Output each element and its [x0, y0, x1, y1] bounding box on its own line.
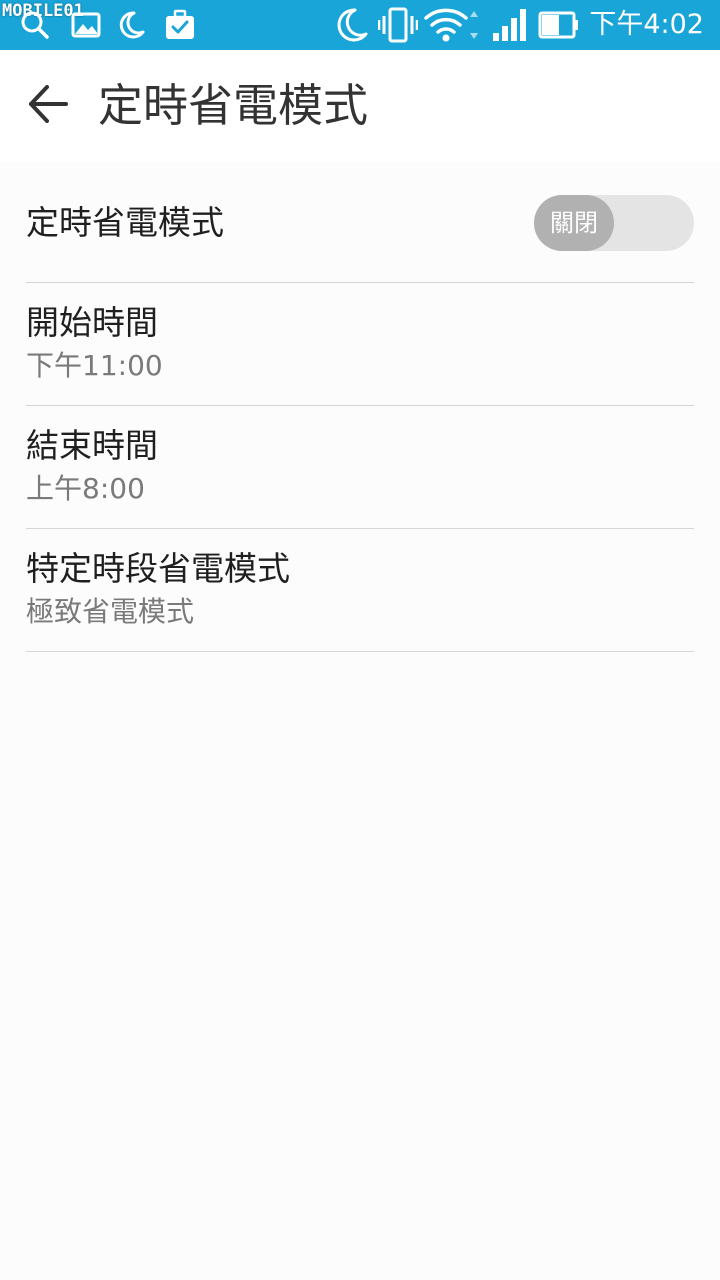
image-icon — [70, 5, 102, 45]
start-time-value: 下午11:00 — [26, 349, 163, 382]
schedule-toggle-label: 定時省電模式 — [26, 203, 224, 242]
moon-icon — [116, 5, 146, 45]
end-time-label: 結束時間 — [26, 426, 158, 465]
moon-icon — [332, 5, 370, 45]
status-time: 下午4:02 — [589, 9, 704, 40]
schedule-toggle-switch[interactable]: 關閉 — [534, 195, 694, 251]
briefcase-check-icon — [162, 5, 198, 45]
end-time-value: 上午8:00 — [26, 472, 145, 505]
battery-icon — [538, 5, 580, 45]
page-title: 定時省電模式 — [98, 79, 369, 132]
wifi-icon — [424, 5, 482, 45]
arrow-left-icon — [26, 82, 70, 130]
back-button[interactable] — [18, 76, 78, 136]
start-time-row[interactable]: 開始時間 下午11:00 — [26, 283, 694, 406]
toggle-state-label: 關閉 — [534, 195, 614, 251]
settings-list: 定時省電模式 關閉 開始時間 下午11:00 結束時間 上午8:00 特定時段省… — [26, 162, 694, 652]
end-time-row[interactable]: 結束時間 上午8:00 — [26, 406, 694, 529]
start-time-label: 開始時間 — [26, 303, 158, 342]
app-bar: 定時省電模式 — [0, 50, 720, 162]
schedule-toggle-row[interactable]: 定時省電模式 關閉 — [26, 162, 694, 283]
signal-icon — [490, 5, 530, 45]
mode-row[interactable]: 特定時段省電模式 極致省電模式 — [26, 529, 694, 652]
mode-label: 特定時段省電模式 — [26, 549, 290, 588]
search-icon — [18, 5, 52, 45]
vibrate-icon — [378, 5, 418, 45]
mode-value: 極致省電模式 — [26, 595, 195, 628]
status-bar: MOBILE01 下午4:02 — [0, 0, 720, 50]
